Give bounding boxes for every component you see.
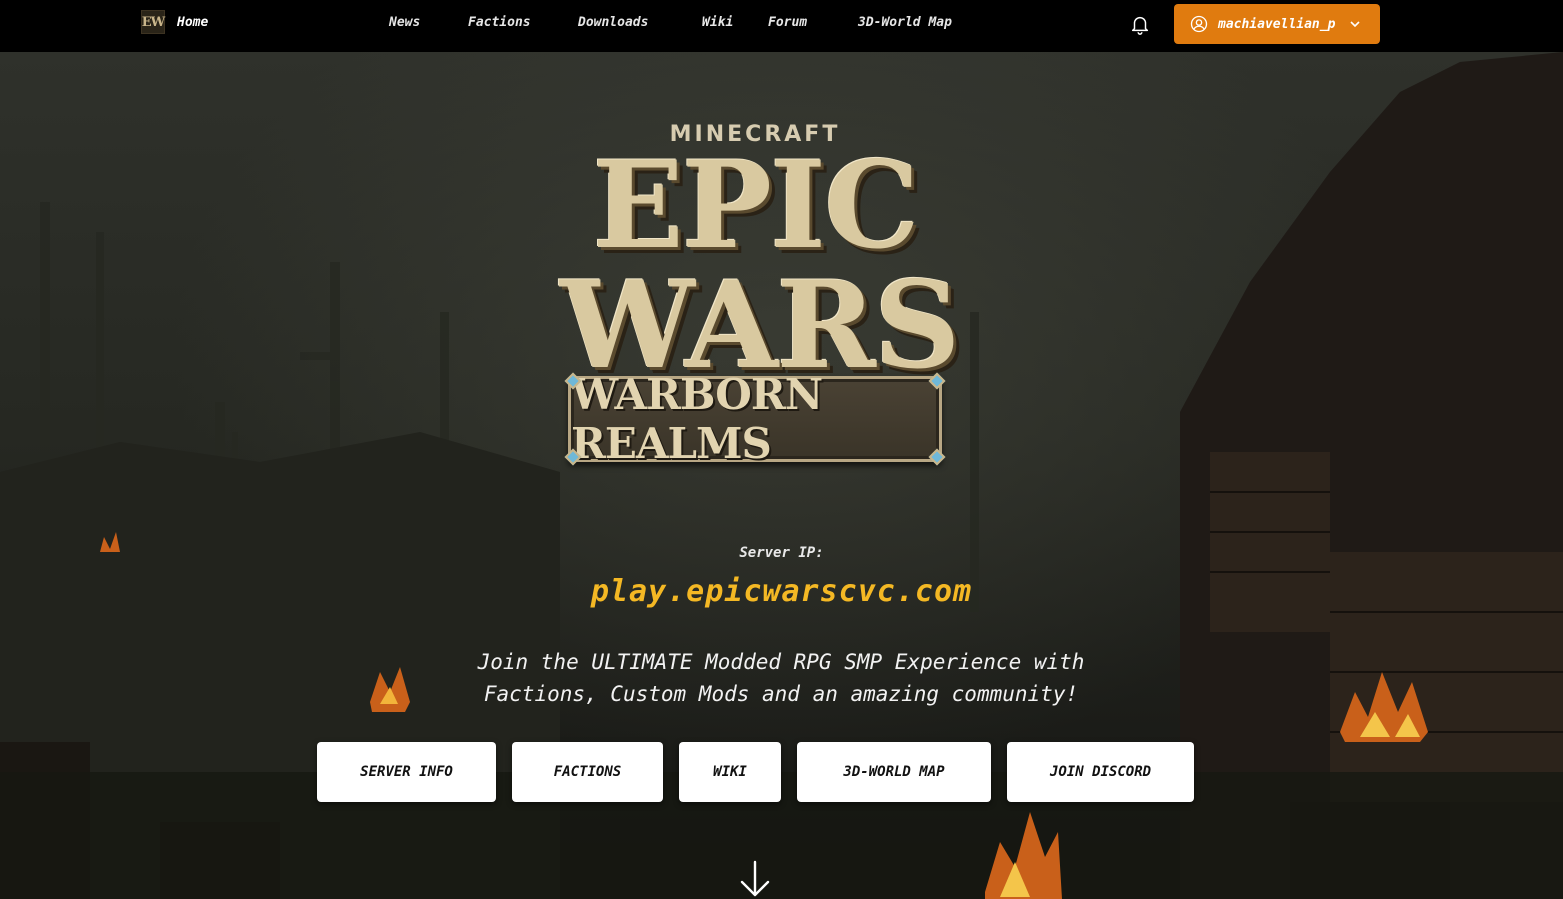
nav-link-3d-world-map[interactable]: 3D-World Map: [858, 15, 952, 30]
join-discord-button[interactable]: JOIN DISCORD: [1007, 742, 1194, 802]
nav-link-wiki[interactable]: Wiki: [702, 15, 733, 30]
logo-banner-text: WARBORN REALMS: [571, 370, 823, 468]
tagline-line-1: Join the ULTIMATE Modded RPG SMP Experie…: [477, 650, 1085, 674]
nav-link-news[interactable]: News: [389, 15, 420, 30]
tagline-line-2: Factions, Custom Mods and an amazing com…: [483, 682, 1079, 706]
hero-tagline: Join the ULTIMATE Modded RPG SMP Experie…: [381, 646, 1181, 710]
world-map-button[interactable]: 3D-WORLD MAP: [797, 742, 991, 802]
nav-link-forum[interactable]: Forum: [768, 15, 807, 30]
bell-icon[interactable]: [1129, 13, 1151, 35]
top-navbar: EW Home News Factions Downloads Wiki For…: [0, 0, 1563, 52]
logo-wars-text: WARS: [560, 255, 961, 396]
logo-banner: WARBORN REALMS: [564, 370, 946, 468]
epic-wars-logo: MINECRAFT EPIC WARS WARBORN REALMS: [560, 118, 961, 478]
user-menu-button[interactable]: machiavellian_p: [1174, 4, 1380, 44]
nav-link-factions[interactable]: Factions: [468, 15, 531, 30]
factions-button[interactable]: FACTIONS: [512, 742, 663, 802]
brand-home-link[interactable]: EW Home: [141, 10, 208, 34]
logo-epic-text: EPIC: [592, 135, 919, 276]
nav-home-label: Home: [177, 14, 209, 30]
wiki-button[interactable]: WIKI: [679, 742, 781, 802]
server-ip-value[interactable]: play.epicwarscvc.com: [0, 574, 1563, 609]
hero-actions: SERVER INFO FACTIONS WIKI 3D-WORLD MAP J…: [0, 742, 1563, 802]
server-info-button[interactable]: SERVER INFO: [317, 742, 496, 802]
user-circle-icon: [1190, 15, 1208, 33]
chevron-down-icon: [1350, 21, 1360, 28]
brand-logo: EW: [141, 10, 165, 34]
user-name: machiavellian_p: [1218, 16, 1336, 32]
nav-link-downloads[interactable]: Downloads: [578, 15, 648, 30]
server-ip-label: Server IP:: [739, 545, 824, 561]
arrow-down-icon[interactable]: [738, 860, 772, 898]
